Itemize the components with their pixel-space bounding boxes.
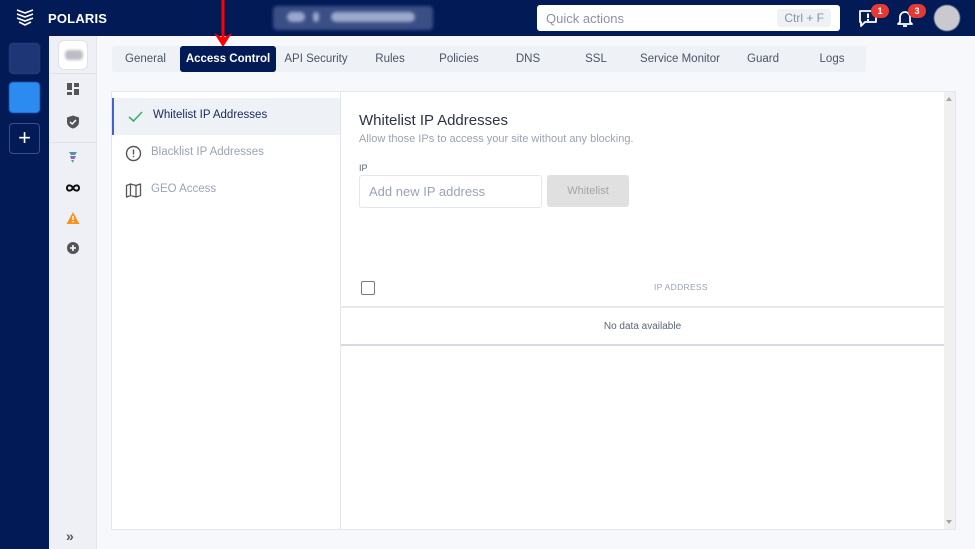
whitelist-section: Whitelist IP Addresses Allow those IPs t… — [341, 92, 944, 529]
warning-icon[interactable] — [66, 211, 80, 225]
submenu-blacklist[interactable]: Blacklist IP Addresses — [112, 135, 340, 172]
tab-rules[interactable]: Rules — [362, 46, 418, 72]
top-bar: POLARIS Quick actions Ctrl + F 1 3 — [0, 0, 975, 36]
messages-badge: 1 — [871, 4, 889, 18]
secondary-sidebar: » — [49, 36, 97, 549]
brand-name: POLARIS — [48, 11, 108, 26]
check-icon — [128, 111, 143, 123]
access-control-submenu: Whitelist IP Addresses Blacklist IP Addr… — [112, 92, 341, 529]
waf-logo-icon[interactable] — [66, 150, 80, 164]
submenu-label: Whitelist IP Addresses — [153, 109, 268, 121]
submenu-whitelist[interactable]: Whitelist IP Addresses — [112, 98, 340, 135]
tab-ssl[interactable]: SSL — [568, 46, 624, 72]
quick-actions-placeholder: Quick actions — [546, 11, 625, 26]
submenu-label: GEO Access — [151, 183, 217, 195]
tab-dns[interactable]: DNS — [500, 46, 556, 72]
polaris-logo-icon — [16, 9, 34, 26]
project-switch-1[interactable] — [9, 43, 40, 74]
column-ip-address[interactable]: IP ADDRESS — [654, 282, 708, 292]
sidebar-divider — [49, 142, 97, 143]
breadcrumb[interactable] — [273, 6, 433, 30]
table-empty-row: No data available — [341, 310, 944, 346]
tab-service-monitor[interactable]: Service Monitor — [632, 46, 728, 72]
select-all-checkbox[interactable] — [361, 281, 375, 295]
tab-general[interactable]: General — [112, 46, 179, 72]
add-project-button[interactable]: + — [9, 123, 40, 154]
map-icon — [125, 183, 142, 198]
tab-access-control[interactable]: Access Control — [180, 46, 276, 72]
alerts-badge: 3 — [908, 4, 926, 18]
project-rail: + — [0, 36, 49, 549]
scroll-up-arrow-icon[interactable] — [946, 97, 952, 101]
ip-address-input[interactable] — [359, 175, 542, 208]
submenu-label: Blacklist IP Addresses — [151, 146, 264, 158]
empty-state-text: No data available — [603, 321, 682, 332]
section-title: Whitelist IP Addresses — [359, 112, 508, 129]
settings-tabs: General Access Control API Security Rule… — [112, 46, 866, 72]
tab-guard[interactable]: Guard — [734, 46, 792, 72]
whitelist-button[interactable]: Whitelist — [547, 175, 629, 207]
expand-sidebar-button[interactable]: » — [66, 528, 74, 544]
infinity-icon[interactable] — [66, 181, 80, 195]
table-header: IP ADDRESS — [341, 272, 944, 308]
annotation-arrow-icon — [214, 0, 232, 47]
tab-api-security[interactable]: API Security — [276, 46, 356, 72]
tab-policies[interactable]: Policies — [425, 46, 493, 72]
section-description: Allow those IPs to access your site with… — [359, 133, 634, 145]
access-control-panel: Whitelist IP Addresses Blacklist IP Addr… — [111, 91, 956, 530]
shield-check-icon[interactable] — [66, 115, 80, 129]
shortcut-hint: Ctrl + F — [777, 9, 831, 27]
submenu-geo-access[interactable]: GEO Access — [112, 172, 340, 209]
user-avatar[interactable] — [934, 5, 960, 31]
site-avatar[interactable] — [58, 40, 88, 70]
tab-logs[interactable]: Logs — [802, 46, 862, 72]
vertical-scrollbar[interactable] — [944, 92, 955, 529]
sidebar-divider — [49, 73, 97, 74]
ip-field-label: IP — [359, 163, 368, 173]
alert-circle-icon — [125, 145, 142, 162]
quick-actions-search[interactable]: Quick actions Ctrl + F — [537, 5, 840, 31]
add-circle-icon[interactable] — [66, 241, 80, 255]
scroll-down-arrow-icon[interactable] — [946, 520, 952, 524]
project-switch-2-active[interactable] — [9, 82, 40, 113]
dashboard-icon[interactable] — [66, 82, 80, 96]
